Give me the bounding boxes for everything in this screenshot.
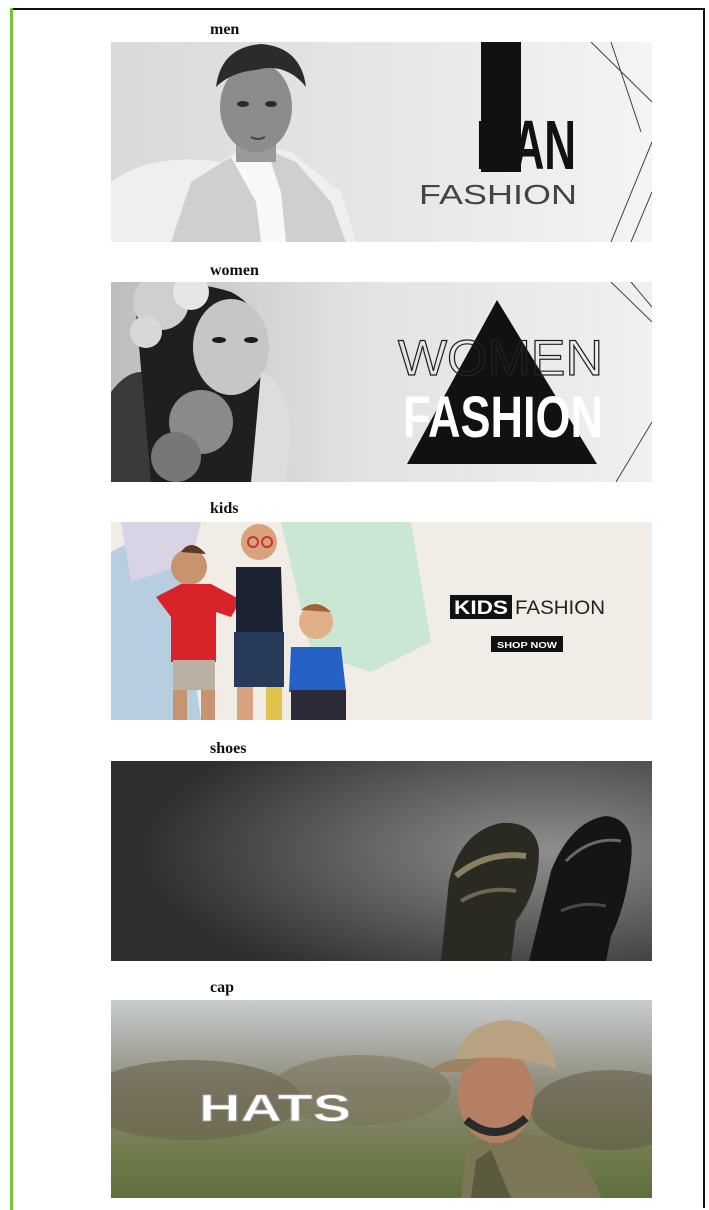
kids-banner[interactable]: KIDS FASHION SHOP NOW	[111, 522, 652, 720]
men-banner[interactable]: MAN FASHION	[111, 42, 652, 242]
left-accent-line	[10, 8, 13, 1210]
men-banner-subtitle: FASHION	[419, 179, 577, 210]
women-banner[interactable]: WOMEN FASHION	[111, 282, 652, 482]
hats-banner-title: HATS	[199, 1088, 351, 1130]
category-label-men: men	[210, 21, 240, 38]
women-banner-title: WOMEN	[398, 330, 603, 386]
category-label-shoes: shoes	[210, 740, 247, 757]
women-banner-subtitle: FASHION	[403, 385, 603, 450]
category-label-women: women	[210, 262, 259, 279]
category-label-kids: kids	[210, 500, 239, 517]
shoes-banner[interactable]	[111, 761, 652, 961]
kids-banner-subtitle: FASHION	[515, 598, 605, 619]
men-banner-title: MAN	[476, 106, 576, 184]
cap-banner[interactable]: HATS	[111, 1000, 652, 1198]
category-label-cap: cap	[210, 979, 234, 996]
shop-now-button[interactable]: SHOP NOW	[497, 641, 558, 650]
kids-banner-badge: KIDS	[454, 598, 508, 619]
